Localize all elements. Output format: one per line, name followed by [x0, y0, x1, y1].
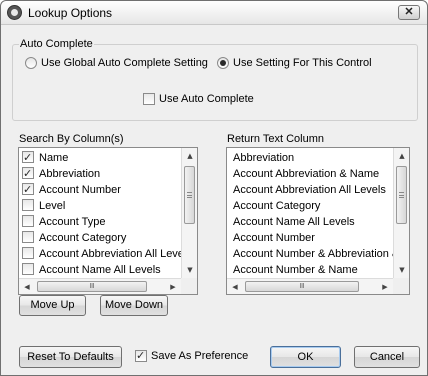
use-auto-complete-checkbox[interactable] — [143, 93, 155, 105]
return-text-item-label: Account Number & Name — [233, 264, 358, 276]
search-by-list-item[interactable]: Name — [19, 150, 197, 166]
return-text-item-label: Account Abbreviation & Name — [233, 168, 380, 180]
move-up-button[interactable]: Move Up — [19, 295, 86, 316]
return-text-item-label: Account Abbreviation All Levels — [233, 184, 386, 196]
use-auto-complete-label[interactable]: Use Auto Complete — [159, 93, 254, 105]
scroll-left-arrow-icon[interactable]: ◀ — [19, 279, 35, 294]
return-text-hscrollbar[interactable]: ◀ Ⅲ ▶ — [227, 278, 393, 294]
auto-complete-group-label: Auto Complete — [19, 38, 94, 50]
search-by-item-label: Name — [39, 152, 69, 164]
return-text-list-item[interactable]: Abbreviation — [227, 150, 409, 166]
cancel-button[interactable]: Cancel — [354, 346, 420, 368]
return-text-list-item[interactable]: Account Name All Levels — [227, 214, 409, 230]
return-text-list-item[interactable]: Account Number & Name — [227, 262, 409, 278]
search-by-item-label: Account Name All Levels — [39, 264, 161, 276]
scroll-down-arrow-icon[interactable]: ▼ — [182, 262, 197, 278]
move-down-button[interactable]: Move Down — [100, 295, 168, 316]
save-as-preference-label[interactable]: Save As Preference — [151, 350, 248, 362]
return-text-listbox[interactable]: Abbreviation Account Abbreviation & Name A… — [226, 147, 410, 295]
auto-complete-group — [12, 44, 418, 121]
search-by-list-item[interactable]: Account Type — [19, 214, 197, 230]
search-by-item-checkbox[interactable] — [22, 199, 34, 211]
return-text-item-label: Account Number & Abbreviation & N — [233, 248, 410, 260]
scroll-corner — [393, 278, 409, 294]
return-text-item-label: Abbreviation — [233, 152, 295, 164]
search-by-hscrollbar[interactable]: ◀ Ⅲ ▶ — [19, 278, 181, 294]
search-by-vscrollbar[interactable]: ▲ ▼ — [181, 148, 197, 278]
search-by-item-checkbox[interactable] — [22, 182, 34, 198]
search-by-list-item[interactable]: Level — [19, 198, 197, 214]
radio-global-setting-label[interactable]: Use Global Auto Complete Setting — [41, 57, 208, 69]
search-by-item-label: Account Type — [39, 216, 106, 228]
search-by-item-label: Level — [39, 200, 66, 212]
return-text-item-label: Account Number — [233, 232, 315, 244]
radio-control-setting-label[interactable]: Use Setting For This Control — [233, 57, 372, 69]
search-by-item-checkbox[interactable] — [22, 231, 34, 243]
search-by-item-label: Account Abbreviation All Levels — [39, 248, 192, 260]
search-by-list-item[interactable]: Account Category — [19, 230, 197, 246]
title-bar[interactable]: Lookup Options ✕ — [1, 1, 427, 25]
search-by-list-item[interactable]: Account Number — [19, 182, 197, 198]
reset-to-defaults-button[interactable]: Reset To Defaults — [19, 346, 122, 368]
search-by-item-checkbox[interactable] — [22, 166, 34, 182]
return-text-list-item[interactable]: Account Abbreviation & Name — [227, 166, 409, 182]
scroll-up-arrow-icon[interactable]: ▲ — [182, 148, 197, 164]
scroll-right-arrow-icon[interactable]: ▶ — [165, 279, 181, 294]
return-text-label: Return Text Column — [227, 133, 325, 145]
scroll-left-arrow-icon[interactable]: ◀ — [227, 279, 243, 294]
scroll-up-arrow-icon[interactable]: ▲ — [394, 148, 409, 164]
search-by-item-label: Account Number — [39, 184, 121, 196]
grip-icon — [399, 192, 404, 198]
search-by-item-checkbox[interactable] — [22, 215, 34, 227]
search-by-list-item[interactable]: Account Abbreviation All Levels — [19, 246, 197, 262]
search-by-item-label: Abbreviation — [39, 168, 101, 180]
lookup-options-dialog: Lookup Options ✕ Auto Complete Use Globa… — [0, 0, 428, 376]
scroll-thumb[interactable] — [396, 166, 407, 224]
save-as-preference-checkbox[interactable] — [135, 349, 147, 362]
radio-control-setting[interactable] — [217, 57, 229, 69]
return-text-item-label: Account Name All Levels — [233, 216, 355, 228]
return-text-list-item[interactable]: Account Category — [227, 198, 409, 214]
scroll-corner — [181, 278, 197, 294]
return-text-item-label: Account Category — [233, 200, 321, 212]
search-by-item-label: Account Category — [39, 232, 127, 244]
radio-global-setting[interactable] — [25, 57, 37, 69]
search-by-item-checkbox[interactable] — [22, 150, 34, 166]
search-by-listbox[interactable]: Name Abbreviation Account Number Level Accou… — [18, 147, 198, 295]
close-button[interactable]: ✕ — [398, 5, 420, 20]
hscroll-thumb[interactable]: Ⅲ — [37, 281, 147, 292]
return-text-list-item[interactable]: Account Number & Abbreviation & N — [227, 246, 409, 262]
search-by-list-item[interactable]: Account Name All Levels — [19, 262, 197, 278]
return-text-vscrollbar[interactable]: ▲ ▼ — [393, 148, 409, 278]
app-icon — [7, 5, 22, 20]
return-text-list-item[interactable]: Account Number — [227, 230, 409, 246]
ok-button[interactable]: OK — [270, 346, 341, 368]
hscroll-thumb[interactable]: Ⅲ — [245, 281, 359, 292]
window-title: Lookup Options — [28, 6, 113, 20]
search-by-label: Search By Column(s) — [19, 133, 124, 145]
search-by-list-item[interactable]: Abbreviation — [19, 166, 197, 182]
scroll-thumb[interactable] — [184, 166, 195, 224]
scroll-right-arrow-icon[interactable]: ▶ — [377, 279, 393, 294]
search-by-item-checkbox[interactable] — [22, 247, 34, 259]
scroll-down-arrow-icon[interactable]: ▼ — [394, 262, 409, 278]
grip-icon — [187, 192, 192, 198]
return-text-list-item[interactable]: Account Abbreviation All Levels — [227, 182, 409, 198]
search-by-item-checkbox[interactable] — [22, 263, 34, 275]
